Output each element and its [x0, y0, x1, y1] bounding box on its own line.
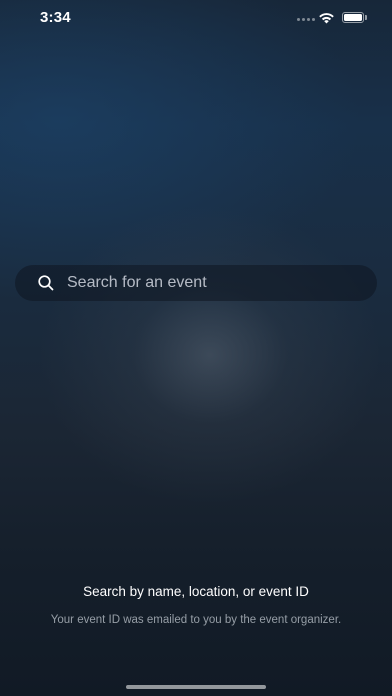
- battery-icon: [342, 12, 364, 23]
- status-bar: 3:34: [0, 0, 392, 36]
- status-time: 3:34: [40, 9, 71, 26]
- help-subtitle: Your event ID was emailed to you by the …: [50, 614, 342, 626]
- wifi-icon: [319, 13, 334, 24]
- battery-cap: [365, 15, 367, 20]
- cellular-signal-icon: [297, 18, 315, 21]
- search-bar[interactable]: [15, 265, 377, 301]
- event-search-screen: 3:34 Search by name, location, or event …: [0, 0, 392, 696]
- search-help: Search by name, location, or event ID Yo…: [46, 584, 346, 628]
- search-input[interactable]: [67, 265, 377, 301]
- home-indicator: [126, 685, 266, 689]
- search-icon: [38, 275, 54, 291]
- help-title: Search by name, location, or event ID: [83, 584, 309, 599]
